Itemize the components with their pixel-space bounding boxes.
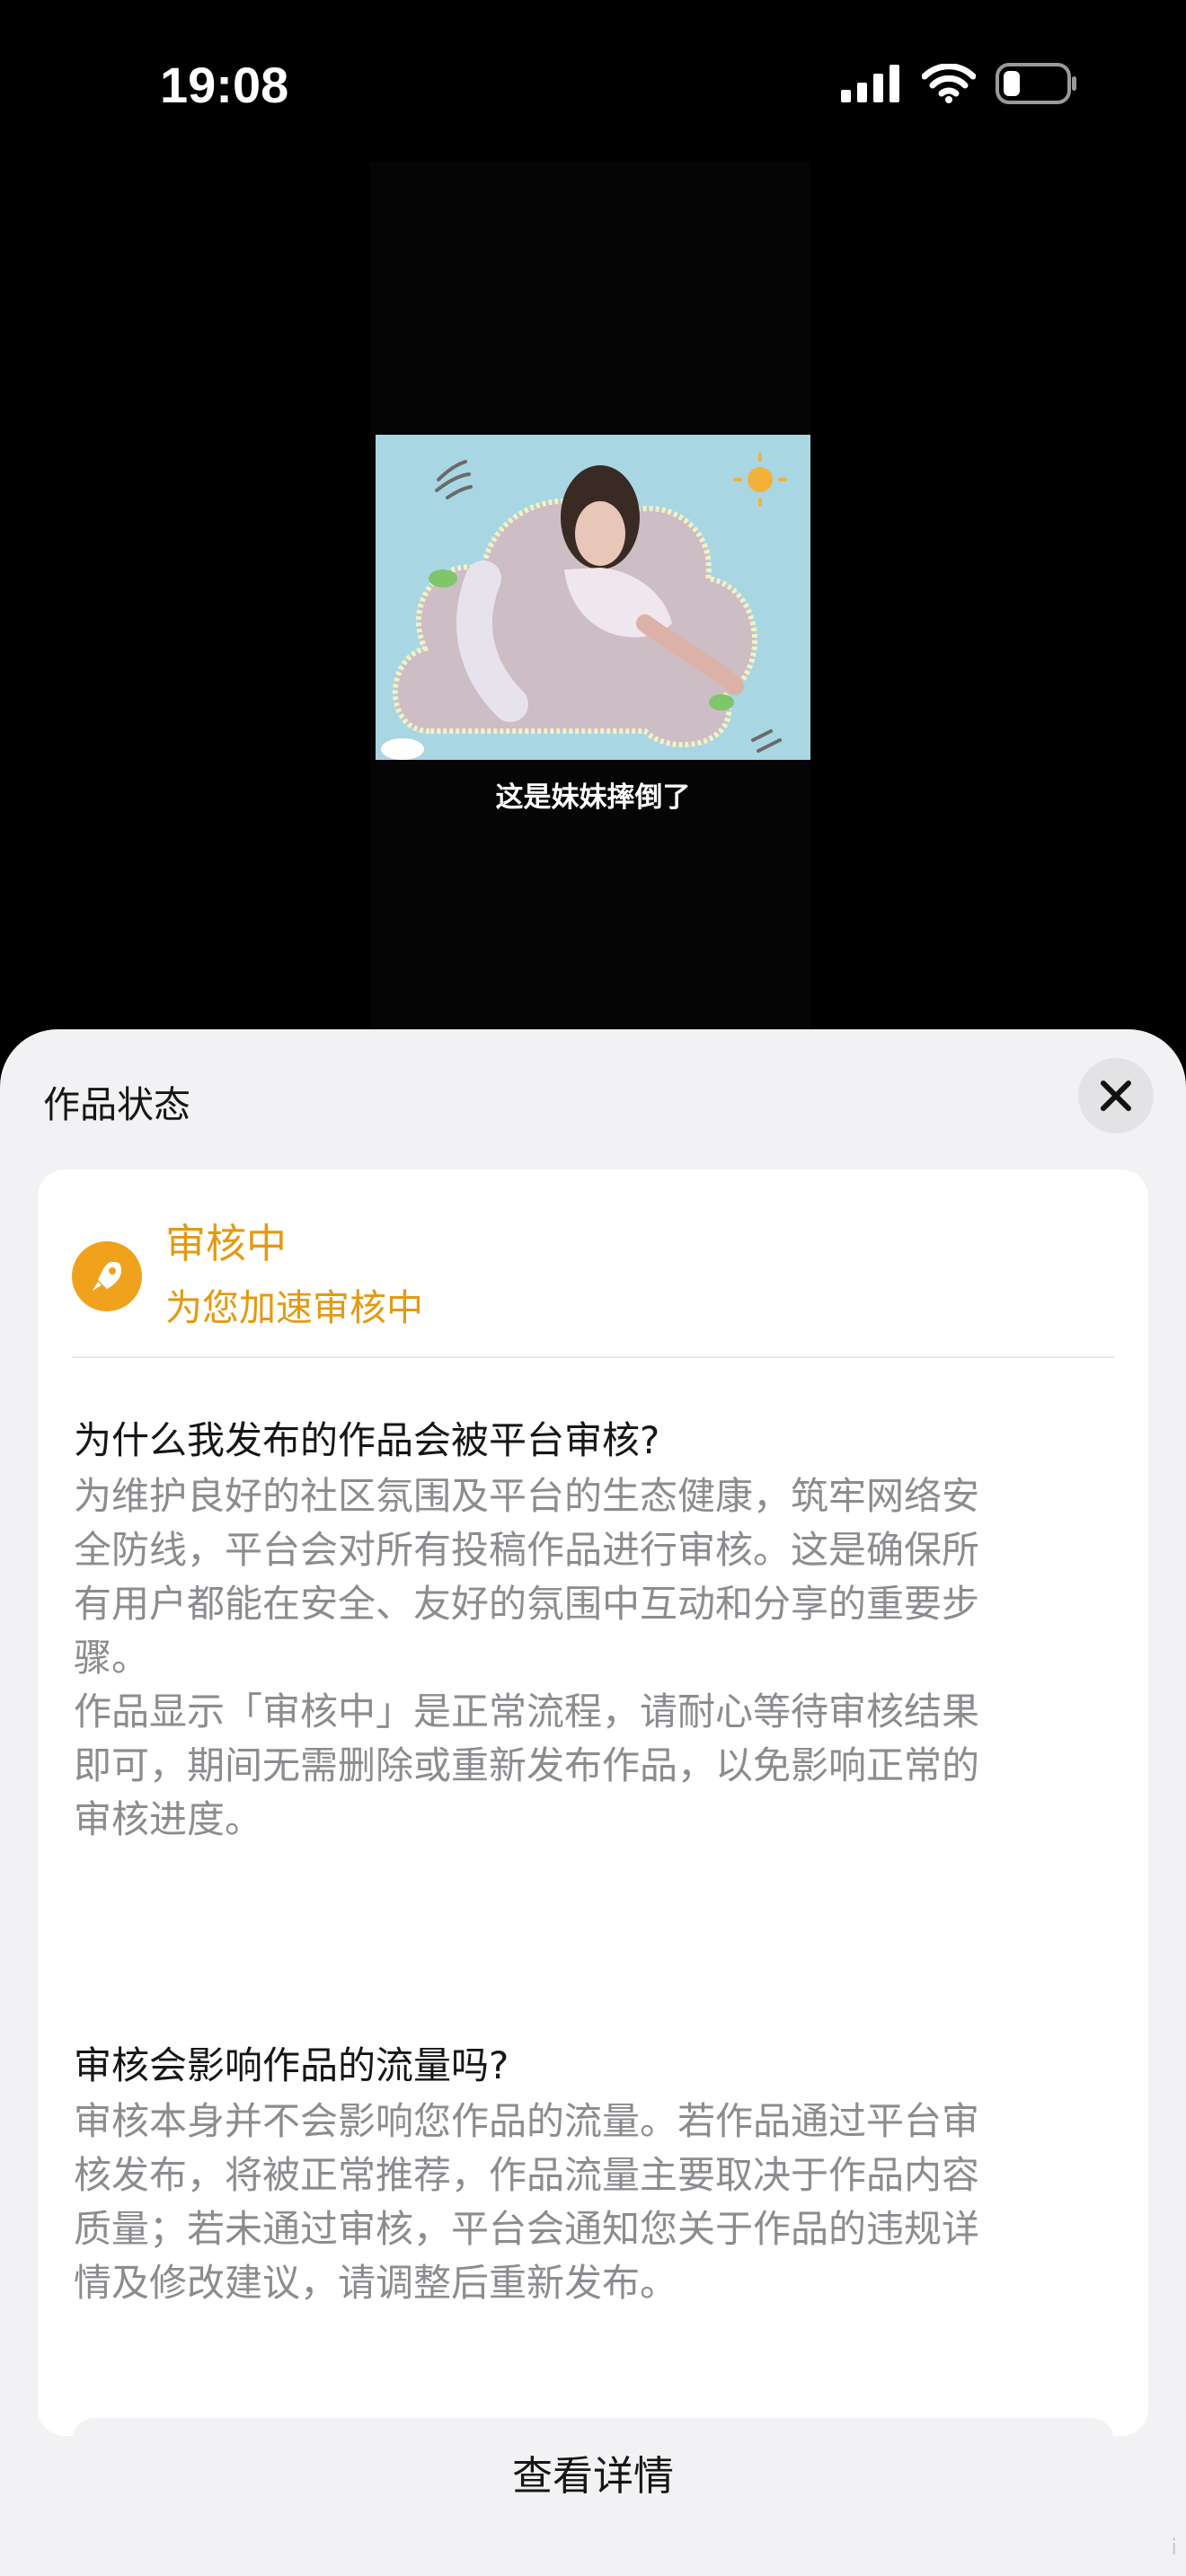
- status-time: 19:08: [160, 57, 289, 113]
- watermark: i: [1171, 2535, 1177, 2560]
- answer-line: 骤。: [74, 1636, 150, 1680]
- wifi-icon: [922, 64, 976, 103]
- answer-line: 有用户都能在安全、友好的氛围中互动和分享的重要步: [74, 1582, 980, 1626]
- status-icons: [841, 63, 1078, 104]
- faq-answer: 为维护良好的社区氛围及平台的生态健康，筑牢网络安 全防线，平台会对所有投稿作品进…: [74, 1469, 1134, 1847]
- video-caption: 这是妹妹摔倒了: [495, 781, 691, 814]
- answer-line: 核发布，将被正常推荐，作品流量主要取决于作品内容: [74, 2153, 980, 2197]
- answer-line: 质量；若未通过审核，平台会通知您关于作品的违规详: [74, 2207, 980, 2251]
- faq-answer: 审核本身并不会影响您作品的流量。若作品通过平台审 核发布，将被正常推荐，作品流量…: [74, 2095, 1134, 2310]
- answer-line: 审核进度。: [74, 1797, 263, 1841]
- answer-line: 即可，期间无需删除或重新发布作品，以免影响正常的: [74, 1743, 980, 1787]
- status-card: 审核中 为您加速审核中 为什么我发布的作品会被平台审核? 为维护良好的社区氛围及…: [38, 1169, 1148, 2526]
- rocket-icon: [72, 1241, 142, 1311]
- view-details-button[interactable]: 查看详情: [72, 2418, 1114, 2526]
- work-status-sheet: 作品状态 审核中 为您加速审核中 为什么我发布的作品会被平台审核? 为维护良好的…: [0, 1029, 1186, 2576]
- answer-line: 为维护良好的社区氛围及平台的生态健康，筑牢网络安: [74, 1474, 980, 1518]
- divider: [72, 1356, 1114, 1358]
- close-button[interactable]: [1078, 1058, 1154, 1134]
- battery-icon: [996, 63, 1076, 104]
- answer-line: 情及修改建议，请调整后重新发布。: [74, 2261, 678, 2305]
- faq-question: 为什么我发布的作品会被平台审核?: [74, 1418, 660, 1462]
- video-thumbnail: [376, 435, 810, 760]
- status-title: 审核中: [165, 1220, 288, 1267]
- status-bar: 19:08: [0, 0, 1186, 171]
- answer-line: 审核本身并不会影响您作品的流量。若作品通过平台审: [74, 2099, 980, 2143]
- status-subtitle: 为您加速审核中: [165, 1286, 423, 1329]
- faq-question: 审核会影响作品的流量吗?: [74, 2043, 509, 2087]
- answer-line: 作品显示「审核中」是正常流程，请耐心等待审核结果: [74, 1689, 980, 1734]
- answer-line: 全防线，平台会对所有投稿作品进行审核。这是确保所: [74, 1528, 980, 1572]
- sheet-title: 作品状态: [43, 1083, 190, 1126]
- review-status: 审核中 为您加速审核中: [72, 1211, 1114, 1329]
- signal-icon: [841, 65, 899, 102]
- thumbnail-illustration: [376, 435, 810, 760]
- close-icon: [1101, 1081, 1131, 1111]
